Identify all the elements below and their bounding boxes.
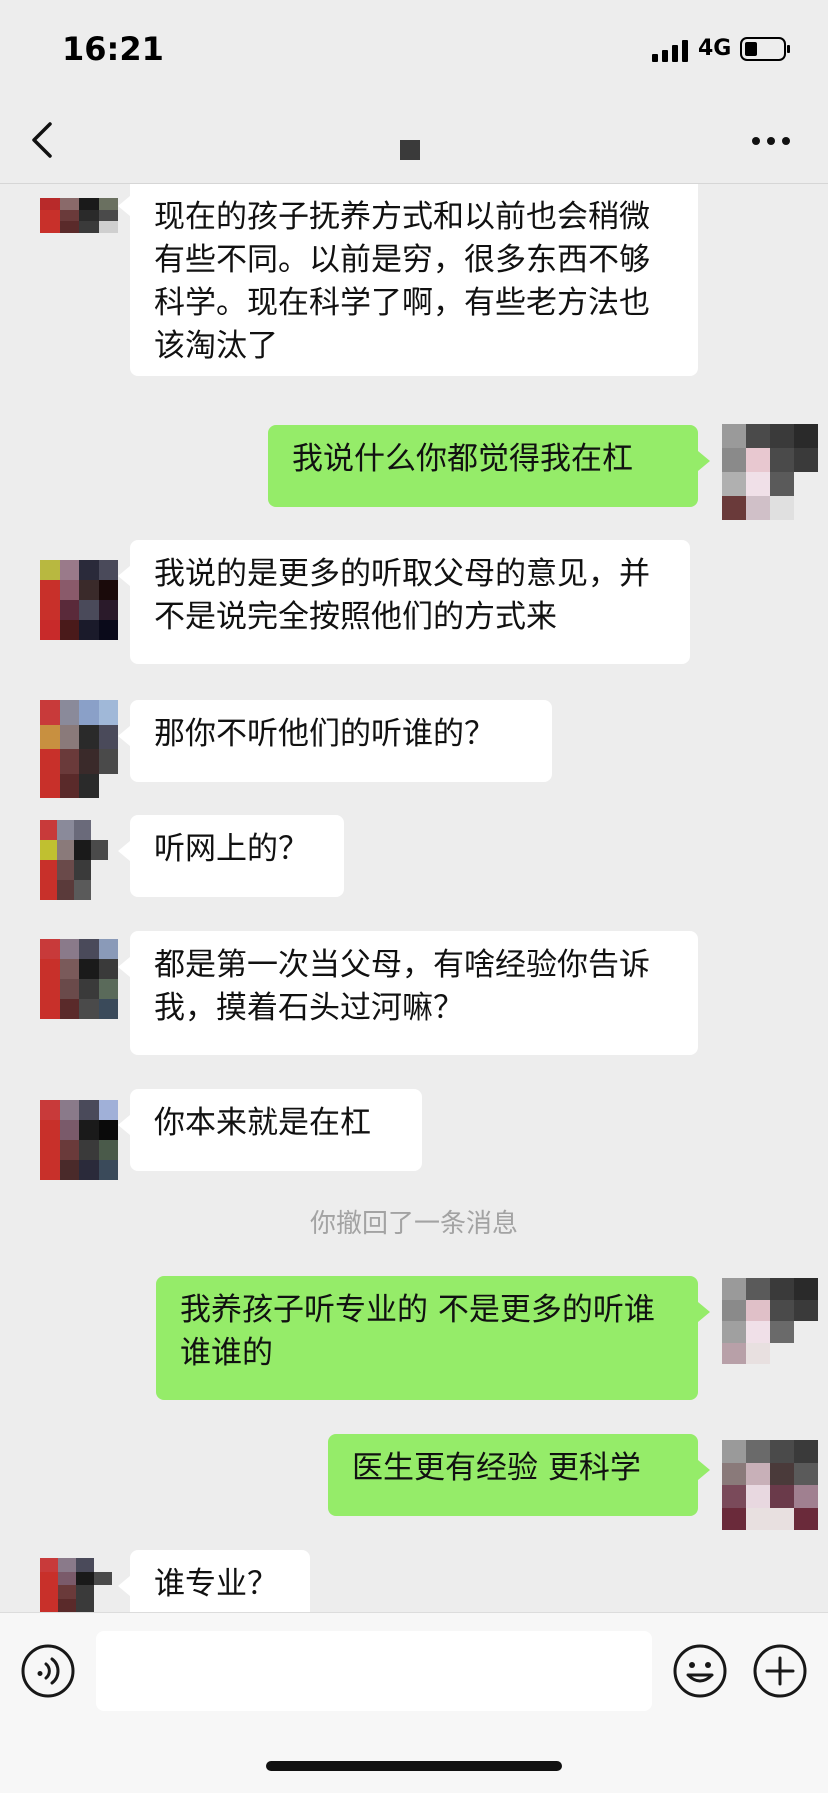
more-dots-icon[interactable] xyxy=(750,134,792,148)
message-bubble-incoming[interactable]: 听网上的？ xyxy=(118,815,344,897)
message-input[interactable] xyxy=(96,1631,652,1711)
input-bar xyxy=(0,1612,828,1793)
home-indicator[interactable] xyxy=(266,1761,562,1771)
message-bubble-outgoing[interactable]: 我养孩子听专业的 不是更多的听谁谁谁的 xyxy=(156,1276,710,1400)
contact-avatar[interactable] xyxy=(40,560,118,640)
recall-notice: 你撤回了一条消息 xyxy=(309,1209,518,1239)
my-avatar[interactable] xyxy=(722,1440,818,1530)
message-bubble-outgoing[interactable]: 医生更有经验 更科学 xyxy=(328,1434,710,1516)
chat-header xyxy=(0,100,828,184)
status-bar: 16:21 4G xyxy=(0,0,828,100)
contact-avatar[interactable] xyxy=(40,198,118,244)
chat-title-redacted xyxy=(400,140,420,160)
emoji-icon[interactable] xyxy=(672,1643,728,1699)
network-type: 4G xyxy=(698,36,732,61)
plus-icon[interactable] xyxy=(752,1643,808,1699)
message-bubble-incoming[interactable]: 现在的孩子抚养方式和以前也会稍微有些不同。以前是穷，很多东西不够科学。现在科学了… xyxy=(118,184,698,376)
contact-avatar[interactable] xyxy=(40,700,118,798)
contact-avatar[interactable] xyxy=(40,1100,118,1180)
message-bubble-incoming[interactable]: 都是第一次当父母，有啥经验你告诉我，摸着石头过河嘛？ xyxy=(118,931,698,1055)
message-bubble-incoming[interactable]: 谁专业？ xyxy=(118,1550,310,1612)
message-bubble-outgoing[interactable]: 我说什么你都觉得我在杠 xyxy=(268,425,710,507)
chevron-left-icon[interactable] xyxy=(28,118,58,162)
signal-strength-icon xyxy=(652,40,688,62)
chat-messages[interactable]: 现在的孩子抚养方式和以前也会稍微有些不同。以前是穷，很多东西不够科学。现在科学了… xyxy=(0,184,828,1612)
my-avatar[interactable] xyxy=(722,424,818,520)
message-bubble-incoming[interactable]: 你本来就是在杠 xyxy=(118,1089,422,1171)
contact-avatar[interactable] xyxy=(40,939,118,1019)
message-bubble-incoming[interactable]: 那你不听他们的听谁的？ xyxy=(118,700,552,782)
contact-avatar[interactable] xyxy=(40,1558,112,1612)
status-time: 16:21 xyxy=(62,30,164,68)
message-bubble-incoming[interactable]: 我说的是更多的听取父母的意见，并不是说完全按照他们的方式来 xyxy=(118,540,690,664)
battery-icon xyxy=(740,37,790,61)
voice-icon[interactable] xyxy=(20,1643,76,1699)
my-avatar[interactable] xyxy=(722,1278,818,1364)
contact-avatar[interactable] xyxy=(40,820,108,900)
